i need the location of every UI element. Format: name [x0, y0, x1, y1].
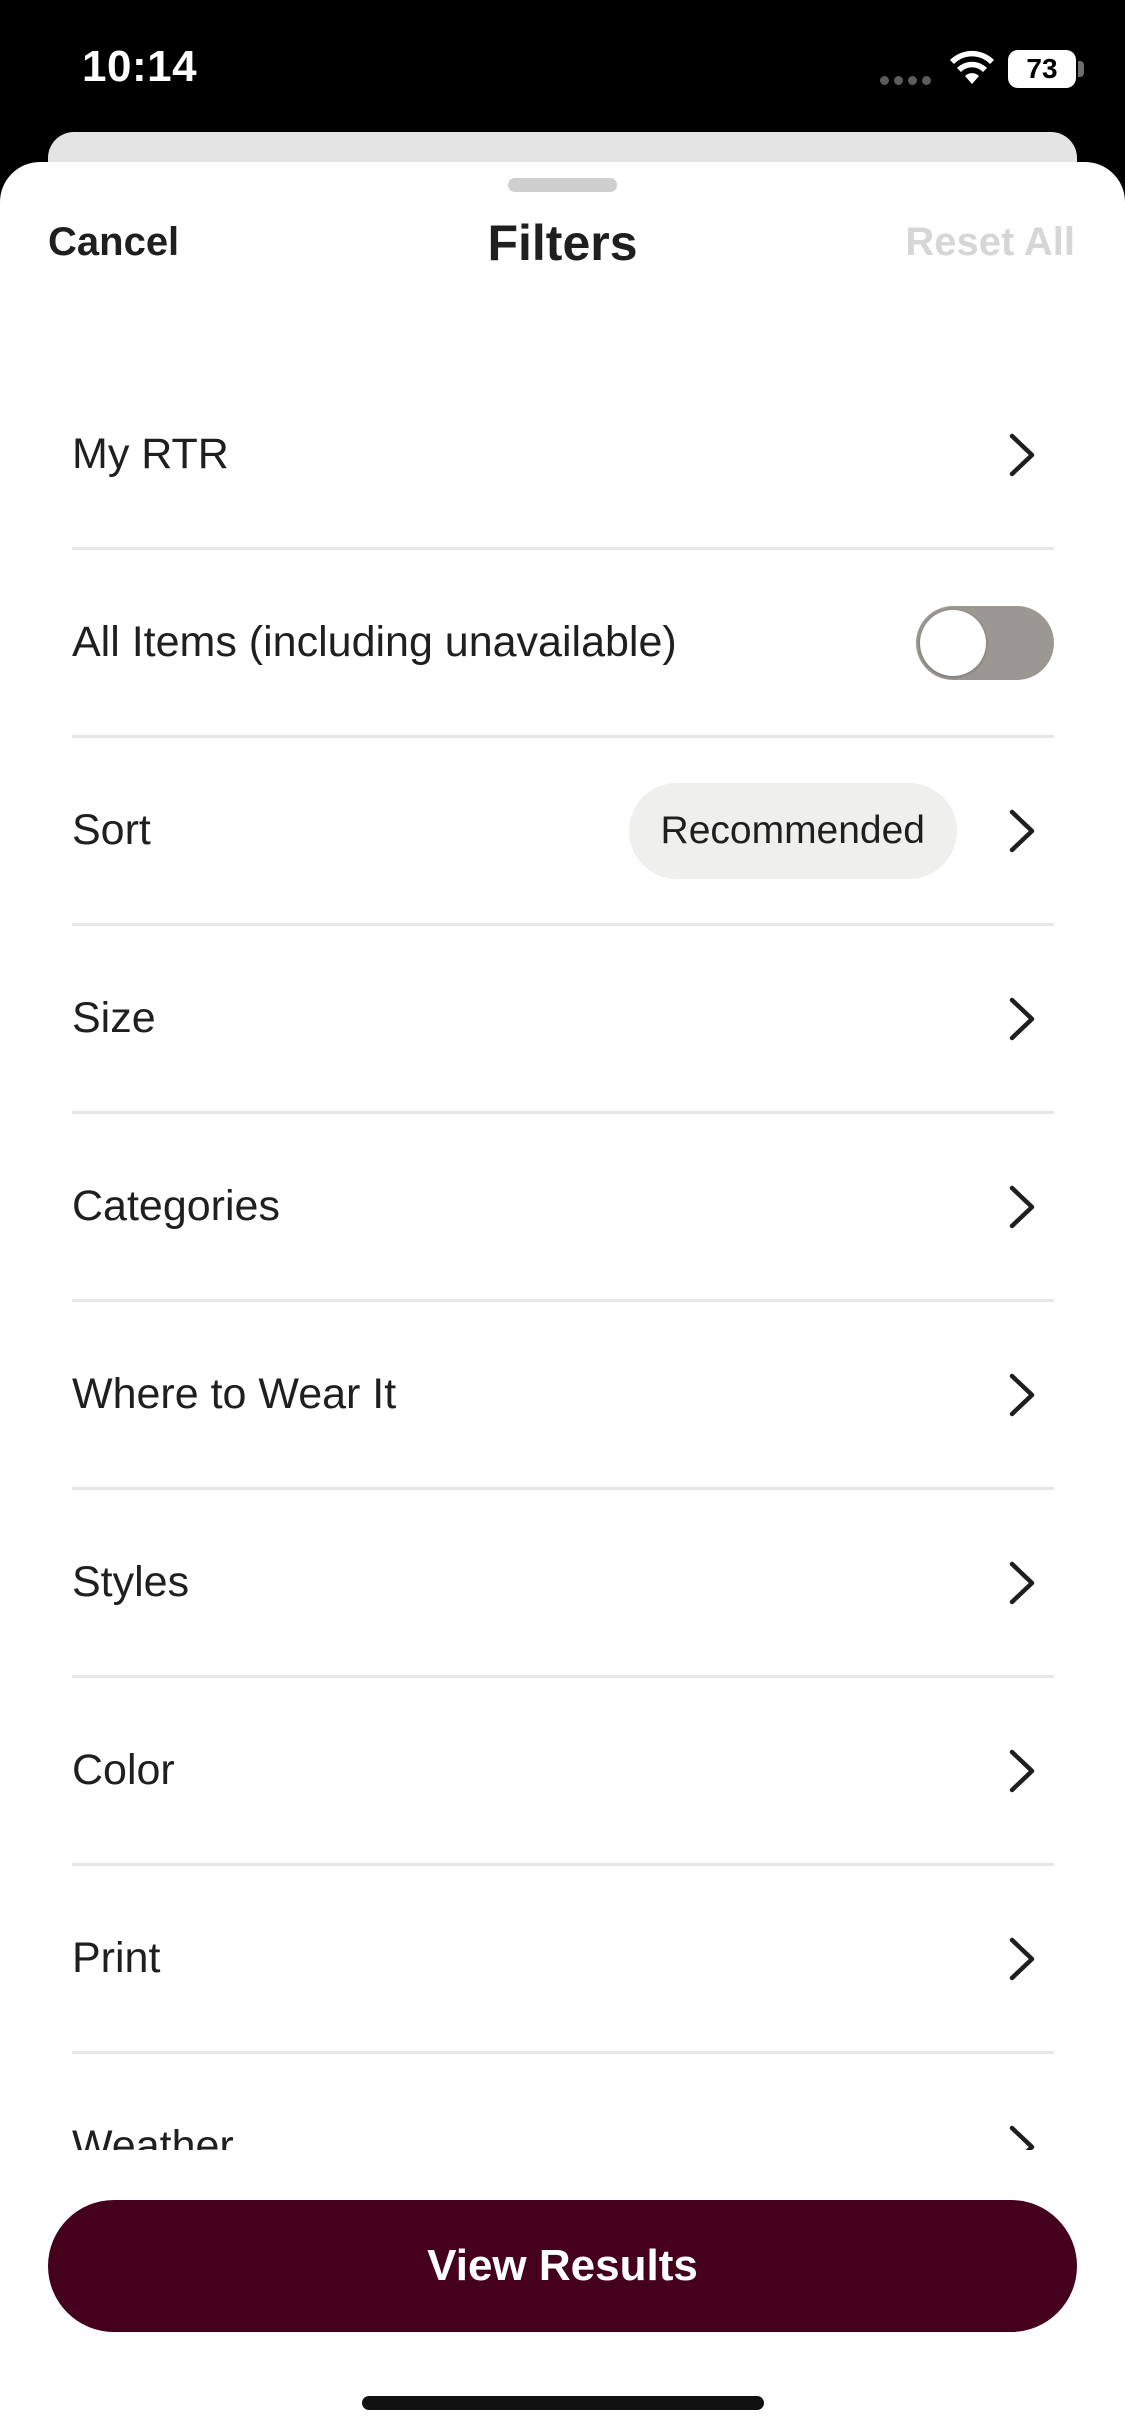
filter-row-where-to-wear[interactable]: Where to Wear It — [72, 1302, 1054, 1490]
filter-row-print[interactable]: Print — [72, 1866, 1054, 2054]
chevron-right-icon — [1004, 806, 1040, 856]
status-time: 10:14 — [82, 42, 198, 91]
home-indicator[interactable] — [362, 2396, 764, 2410]
reset-all-button[interactable]: Reset All — [905, 220, 1075, 265]
status-bar: 10:14 73 — [0, 0, 1125, 130]
chevron-right-icon — [1004, 1746, 1040, 1796]
filter-label: Styles — [72, 1558, 190, 1606]
filters-sheet: Cancel Filters Reset All My RTR All Item… — [0, 162, 1125, 2436]
battery-level: 73 — [1026, 53, 1058, 84]
filter-label: Sort — [72, 806, 151, 854]
cellular-signal-icon — [880, 76, 931, 85]
chevron-right-icon — [1004, 430, 1040, 480]
filter-label: All Items (including unavailable) — [72, 618, 677, 666]
filter-row-categories[interactable]: Categories — [72, 1114, 1054, 1302]
filters-screen: 10:14 73 Cancel Filters Reset All My RTR — [0, 0, 1125, 2436]
wifi-icon — [950, 50, 994, 84]
battery-icon: 73 — [1008, 50, 1076, 88]
chevron-right-icon — [1004, 1934, 1040, 1984]
filter-row-my-rtr[interactable]: My RTR — [72, 362, 1054, 550]
toggle-knob — [920, 609, 986, 676]
filter-label: Color — [72, 1746, 175, 1794]
chevron-right-icon — [1004, 1182, 1040, 1232]
sort-value-pill: Recommended — [628, 782, 957, 879]
filter-row-size[interactable]: Size — [72, 926, 1054, 1114]
filter-row-color[interactable]: Color — [72, 1678, 1054, 1866]
filter-row-styles[interactable]: Styles — [72, 1490, 1054, 1678]
chevron-right-icon — [1004, 1558, 1040, 1608]
all-items-toggle[interactable] — [916, 605, 1054, 680]
filter-list: My RTR All Items (including unavailable)… — [72, 362, 1054, 2342]
battery-nub — [1078, 61, 1084, 77]
filter-row-sort[interactable]: Sort Recommended — [72, 738, 1054, 926]
filter-label: Categories — [72, 1182, 280, 1230]
filter-label: Print — [72, 1934, 161, 1982]
filter-row-all-items: All Items (including unavailable) — [72, 550, 1054, 738]
chevron-right-icon — [1004, 994, 1040, 1044]
view-results-button[interactable]: View Results — [48, 2200, 1077, 2332]
filter-label: My RTR — [72, 430, 229, 478]
chevron-right-icon — [1004, 1370, 1040, 1420]
filter-label: Where to Wear It — [72, 1370, 397, 1418]
filter-label: Size — [72, 994, 156, 1042]
sheet-grabber[interactable] — [508, 178, 617, 192]
